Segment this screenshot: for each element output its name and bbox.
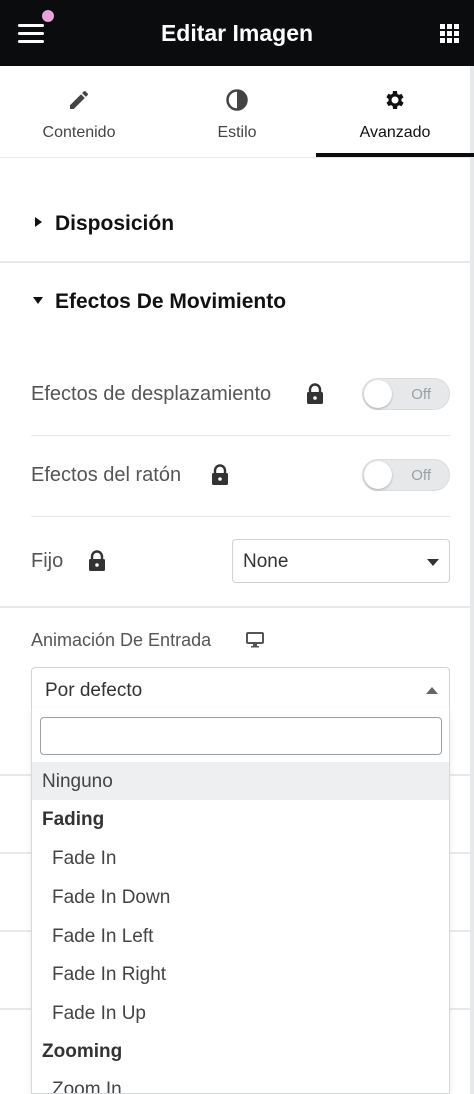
section-motion-toggle[interactable]: Efectos De Movimiento bbox=[0, 262, 470, 340]
option-label: Fade In bbox=[52, 848, 117, 869]
divider bbox=[0, 1008, 31, 1010]
dropdown-group-label: Fading bbox=[42, 809, 105, 830]
divider bbox=[0, 606, 470, 608]
divider bbox=[450, 930, 470, 932]
divider bbox=[450, 1008, 470, 1010]
tab-label: Avanzado bbox=[359, 124, 431, 141]
option-label: Fade In Right bbox=[52, 964, 167, 985]
entrance-animation-select[interactable]: Por defecto bbox=[31, 667, 450, 711]
dropdown-option[interactable]: Fade In Up bbox=[32, 994, 449, 1032]
desktop-icon[interactable] bbox=[246, 632, 264, 648]
dropdown-option[interactable]: Ninguno bbox=[32, 762, 449, 800]
sticky-select-value: None bbox=[243, 551, 289, 572]
switch-knob bbox=[364, 461, 392, 489]
divider bbox=[31, 435, 450, 436]
section-title: Disposición bbox=[55, 212, 175, 235]
divider bbox=[0, 774, 31, 776]
divider bbox=[450, 852, 470, 854]
option-label: Fade In Up bbox=[52, 1003, 146, 1024]
section-layout-toggle[interactable]: Disposición bbox=[0, 184, 470, 262]
tab-estilo[interactable]: Estilo bbox=[158, 66, 316, 157]
dropdown-option[interactable]: Fade In Down bbox=[32, 878, 449, 916]
scroll-effects-switch[interactable]: Off bbox=[362, 378, 450, 410]
divider bbox=[31, 516, 450, 517]
option-label: Fade In Down bbox=[52, 887, 171, 908]
panel-title: Editar Imagen bbox=[160, 20, 314, 46]
dropdown-group-label: Zooming bbox=[42, 1041, 123, 1062]
panel-header: Editar Imagen bbox=[0, 0, 474, 66]
lock-icon bbox=[212, 464, 228, 485]
tab-avanzado[interactable]: Avanzado bbox=[316, 66, 474, 157]
entrance-animation-label: Animación De Entrada bbox=[31, 630, 212, 650]
dropdown-option[interactable]: Fade In Left bbox=[32, 917, 449, 955]
option-label: Fade In Left bbox=[52, 926, 154, 947]
widgets-grid-icon[interactable] bbox=[440, 24, 460, 44]
tab-label: Estilo bbox=[217, 124, 257, 141]
sticky-label: Fijo bbox=[31, 550, 64, 572]
caret-down-icon bbox=[33, 297, 43, 304]
half-circle-icon bbox=[226, 89, 248, 111]
chevron-down-icon bbox=[427, 559, 439, 566]
switch-state: Off bbox=[411, 467, 431, 484]
option-label: Ninguno bbox=[42, 771, 113, 792]
option-label: Zoom In bbox=[52, 1079, 122, 1094]
divider bbox=[450, 774, 470, 776]
divider bbox=[0, 930, 31, 932]
mouse-effects-label: Efectos del ratón bbox=[31, 464, 182, 486]
mouse-effects-switch[interactable]: Off bbox=[362, 459, 450, 491]
dropdown-search-input[interactable] bbox=[40, 717, 442, 755]
section-title: Efectos De Movimiento bbox=[55, 290, 287, 313]
tab-label: Contenido bbox=[42, 124, 116, 141]
lock-icon bbox=[307, 383, 323, 404]
gear-icon bbox=[386, 91, 404, 109]
editor-panel: Editar Imagen Contenido Estilo Avanzado … bbox=[0, 0, 474, 1094]
dropdown-option[interactable]: Fade In Right bbox=[32, 955, 449, 993]
entrance-animation-value: Por defecto bbox=[45, 680, 143, 701]
switch-state: Off bbox=[411, 386, 431, 403]
divider bbox=[0, 852, 31, 854]
switch-knob bbox=[364, 380, 392, 408]
tab-contenido[interactable]: Contenido bbox=[0, 66, 158, 157]
scroll-effects-label: Efectos de desplazamiento bbox=[31, 383, 272, 405]
tab-bar: Contenido Estilo Avanzado bbox=[0, 66, 474, 158]
entrance-animation-dropdown: Ninguno Fading Fade In Fade In Down Fade… bbox=[31, 708, 450, 1094]
lock-icon bbox=[89, 550, 105, 571]
sticky-select[interactable]: None bbox=[232, 539, 450, 583]
dropdown-option[interactable]: Fade In bbox=[32, 839, 449, 877]
dropdown-option[interactable]: Zoom In bbox=[32, 1070, 449, 1094]
caret-right-icon bbox=[35, 217, 42, 227]
chevron-up-icon bbox=[426, 687, 438, 694]
pencil-icon bbox=[70, 90, 89, 109]
